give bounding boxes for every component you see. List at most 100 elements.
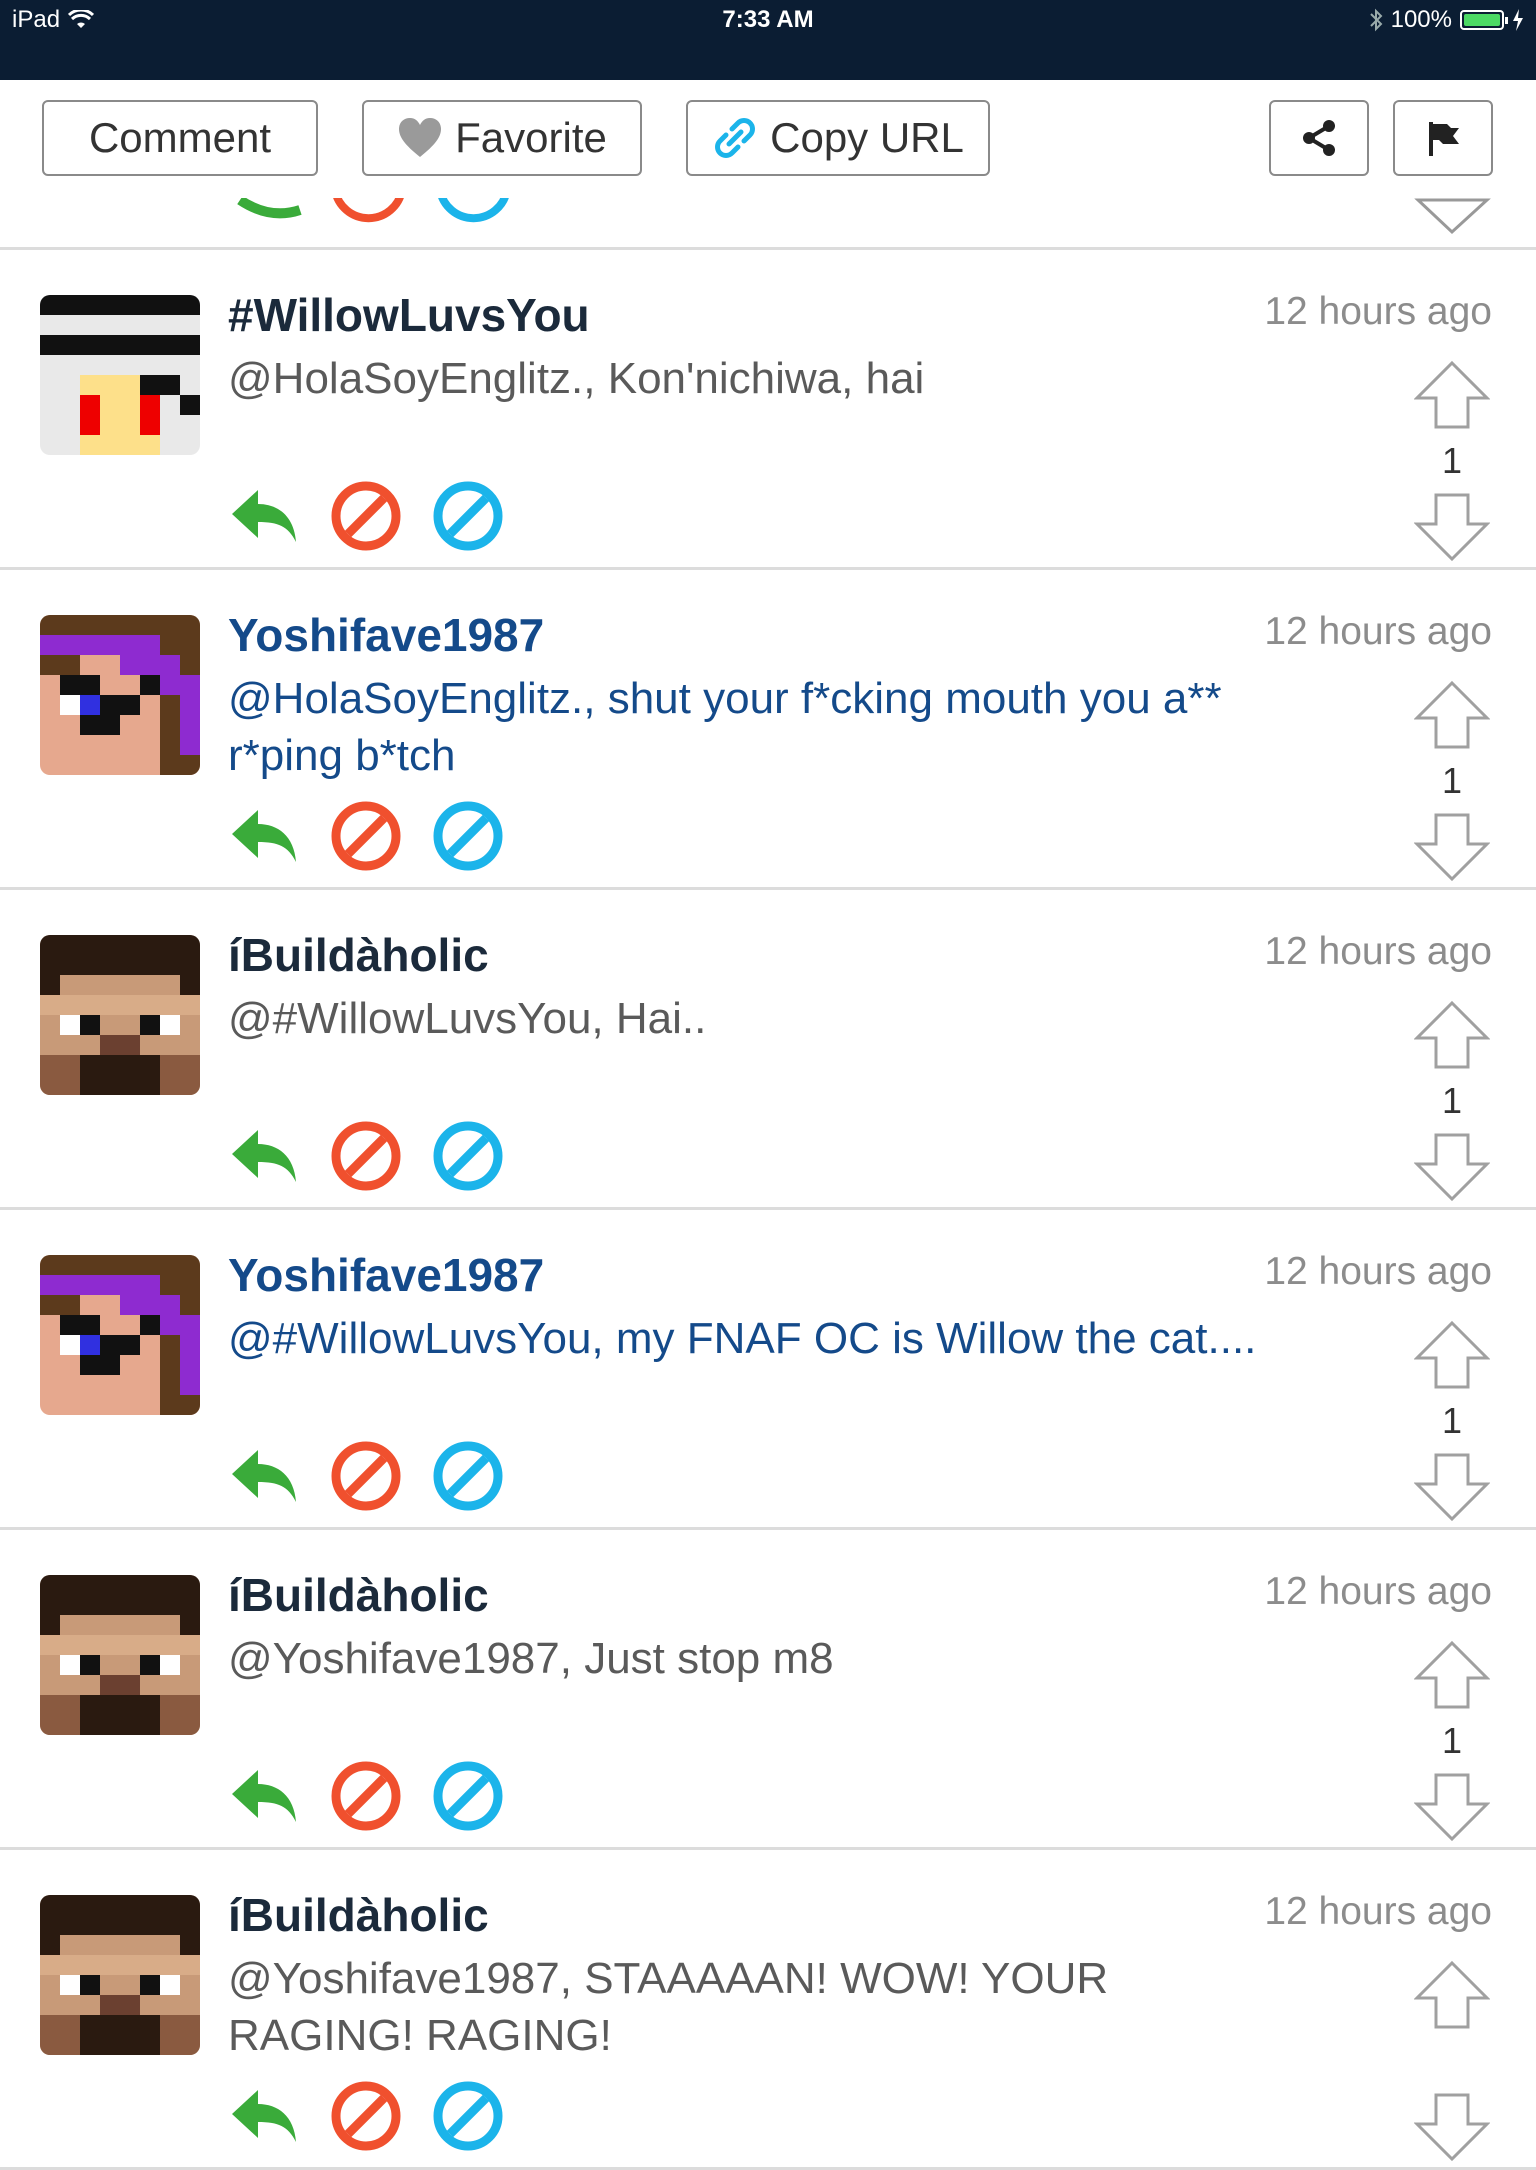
comment-item: íBuildàholic 12 hours ago @Yoshifave1987, … xyxy=(0,1530,1536,1847)
bluetooth-icon xyxy=(1369,8,1383,32)
mute-icon xyxy=(433,801,503,871)
vote-count: 1 xyxy=(1441,440,1463,481)
comment-username[interactable]: íBuildàholic xyxy=(228,1568,489,1622)
comment-username[interactable]: íBuildàholic xyxy=(228,1888,489,1942)
block-icon xyxy=(331,801,401,871)
comment-actions xyxy=(228,1760,504,1832)
downvote-icon[interactable] xyxy=(1414,1772,1490,1842)
comment-text: @HolaSoyEnglitz., Kon'nichiwa, hai xyxy=(228,354,925,403)
reply-button[interactable] xyxy=(228,800,300,872)
upvote-icon[interactable] xyxy=(1414,1640,1490,1710)
reply-icon xyxy=(232,1450,296,1502)
mute-button[interactable] xyxy=(432,1120,504,1192)
block-button[interactable] xyxy=(330,1760,402,1832)
reply-button[interactable] xyxy=(228,1760,300,1832)
vote-control: 1 xyxy=(1412,360,1492,562)
block-button[interactable] xyxy=(330,480,402,552)
vote-control xyxy=(1412,1960,1492,2162)
comment-timestamp: 12 hours ago xyxy=(1264,1570,1492,1613)
comment-button-label: Comment xyxy=(88,114,272,161)
reply-icon xyxy=(232,490,296,542)
copy-url-button[interactable]: Copy URL xyxy=(686,100,990,176)
mute-button[interactable] xyxy=(432,800,504,872)
reply-icon xyxy=(232,2090,296,2142)
comment-username[interactable]: Yoshifave1987 xyxy=(228,1248,544,1302)
comment-button[interactable]: Comment xyxy=(42,100,318,176)
battery-percent: 100% xyxy=(1390,6,1452,33)
comment-timestamp: 12 hours ago xyxy=(1264,930,1492,973)
share-button[interactable] xyxy=(1269,100,1369,176)
comment-item: Yoshifave1987 12 hours ago @#WillowLuvsYou… xyxy=(0,1210,1536,1527)
vote-count: 1 xyxy=(1441,1400,1463,1441)
charging-icon xyxy=(1513,9,1523,31)
comment-actions xyxy=(228,1120,504,1192)
avatar[interactable] xyxy=(40,1575,200,1735)
block-button[interactable] xyxy=(330,1440,402,1512)
comment-text: @Yoshifave1987, Just stop m8 xyxy=(228,1634,834,1683)
comment-timestamp: 12 hours ago xyxy=(1264,1890,1492,1933)
reply-button[interactable] xyxy=(228,480,300,552)
downvote-icon[interactable] xyxy=(1414,492,1490,562)
comment-timestamp: 12 hours ago xyxy=(1264,610,1492,653)
downvote-icon[interactable] xyxy=(1414,1452,1490,1522)
comment-item: Yoshifave1987 12 hours ago @HolaSoyEnglitz… xyxy=(0,570,1536,887)
downvote-icon[interactable] xyxy=(1414,1132,1490,1202)
heart-icon xyxy=(399,118,442,157)
vote-count: 1 xyxy=(1441,1720,1463,1761)
upvote-icon[interactable] xyxy=(1414,1960,1490,2030)
block-button[interactable] xyxy=(330,2080,402,2152)
avatar[interactable] xyxy=(40,935,200,1095)
comment-timestamp: 12 hours ago xyxy=(1264,290,1492,333)
comment-timestamp: 12 hours ago xyxy=(1264,1250,1492,1293)
vote-control: 1 xyxy=(1412,1000,1492,1202)
comment-actions xyxy=(228,480,504,552)
block-icon xyxy=(331,2081,401,2151)
previous-comment-fragment xyxy=(0,190,1536,250)
status-bar: iPad 7:33 AM 100% xyxy=(0,0,1536,80)
block-button[interactable] xyxy=(330,800,402,872)
comment-text: @#WillowLuvsYou, my FNAF OC is Willow th… xyxy=(228,1314,1257,1363)
copy-url-button-label: Copy URL xyxy=(770,114,964,161)
mute-icon xyxy=(433,1121,503,1191)
reply-button[interactable] xyxy=(228,1440,300,1512)
vote-control: 1 xyxy=(1412,680,1492,882)
mute-button[interactable] xyxy=(432,1440,504,1512)
fragment-icons xyxy=(237,190,1491,235)
comment-username[interactable]: #WillowLuvsYou xyxy=(228,288,590,342)
block-button[interactable] xyxy=(330,1120,402,1192)
status-right: 100% xyxy=(1369,6,1524,34)
downvote-icon[interactable] xyxy=(1414,812,1490,882)
upvote-icon[interactable] xyxy=(1414,360,1490,430)
vote-count: 1 xyxy=(1441,1080,1463,1121)
avatar[interactable] xyxy=(40,295,200,455)
favorite-button[interactable]: Favorite xyxy=(362,100,642,176)
mute-button[interactable] xyxy=(432,2080,504,2152)
comment-username[interactable]: Yoshifave1987 xyxy=(228,608,544,662)
comment-text: @Yoshifave1987, STAAAAAN! WOW! YOUR RAGI… xyxy=(228,1954,1109,2060)
upvote-icon[interactable] xyxy=(1414,680,1490,750)
avatar[interactable] xyxy=(40,615,200,775)
comment-item: íBuildàholic 12 hours ago @Yoshifave1987, … xyxy=(0,1850,1536,2167)
status-time: 7:33 AM xyxy=(722,6,814,33)
upvote-icon[interactable] xyxy=(1414,1320,1490,1390)
vote-control: 1 xyxy=(1412,1320,1492,1522)
mute-button[interactable] xyxy=(432,480,504,552)
vote-count xyxy=(1412,2030,1492,2092)
reply-button[interactable] xyxy=(228,1120,300,1192)
flag-button[interactable] xyxy=(1393,100,1493,176)
comment-item: íBuildàholic 12 hours ago @#WillowLuvsYou,… xyxy=(0,890,1536,1207)
downvote-icon[interactable] xyxy=(1414,2092,1490,2162)
avatar[interactable] xyxy=(40,1895,200,2055)
avatar[interactable] xyxy=(40,1255,200,1415)
block-icon xyxy=(331,1121,401,1191)
upvote-icon[interactable] xyxy=(1414,1000,1490,1070)
reply-button[interactable] xyxy=(228,2080,300,2152)
comment-actions xyxy=(228,800,504,872)
comment-username[interactable]: íBuildàholic xyxy=(228,928,489,982)
link-icon xyxy=(715,118,756,158)
comment-actions xyxy=(228,1440,504,1512)
share-icon xyxy=(1303,120,1335,156)
mute-button[interactable] xyxy=(432,1760,504,1832)
flag-icon xyxy=(1429,122,1459,156)
favorite-button-label: Favorite xyxy=(455,114,607,161)
